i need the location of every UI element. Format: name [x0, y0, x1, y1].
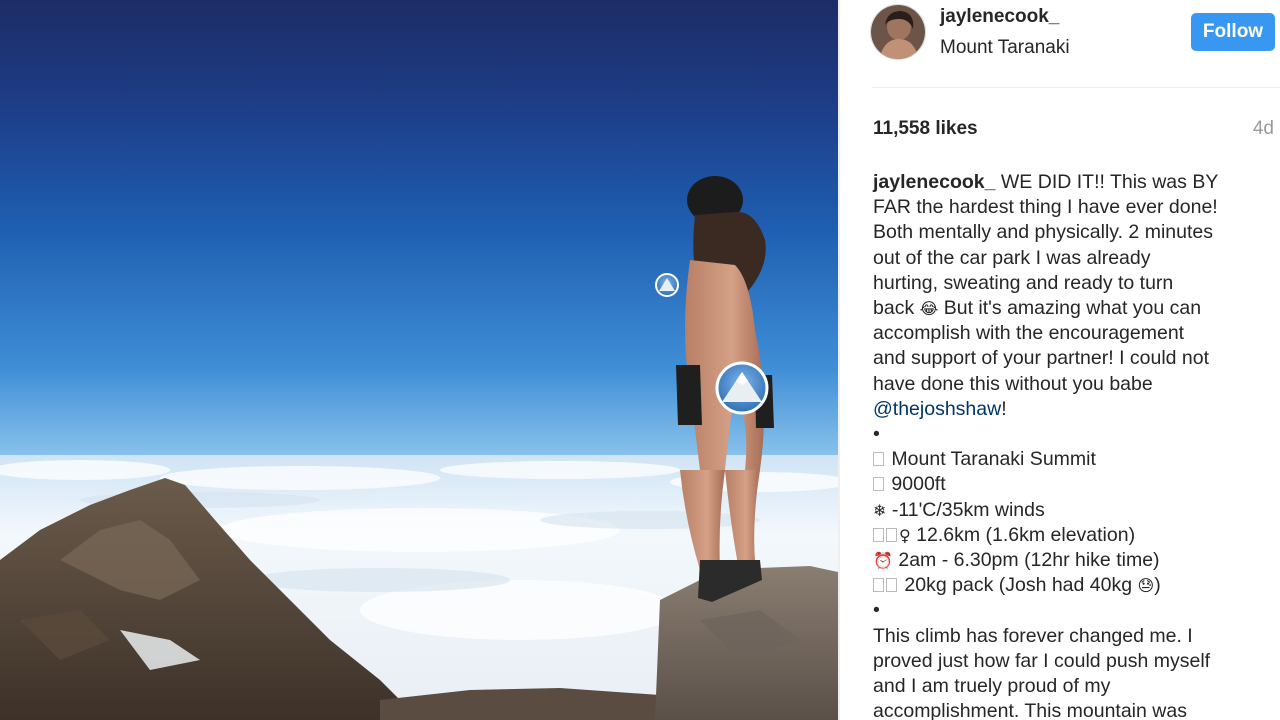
caption-line: accomplish with the encouragement [873, 322, 1185, 345]
avatar[interactable] [870, 4, 926, 60]
caption-line: and support of your partner! I could not [873, 347, 1210, 370]
laughing-emoji-icon: 😂 [919, 299, 939, 319]
header-divider [872, 87, 1280, 88]
mention-link[interactable]: @thejoshshaw [873, 398, 1001, 420]
caption-line: This climb has forever changed me. I [873, 624, 1193, 647]
caption-text: But it's amazing what you can [943, 297, 1202, 320]
caption-line: back 😂 But it's amazing what you can [873, 296, 1273, 321]
missing-glyph-icon [873, 452, 884, 467]
stat-line: Mount Taranaki Summit [873, 447, 1273, 472]
stat-summit: Mount Taranaki Summit [891, 448, 1096, 471]
bullet: • [873, 423, 880, 446]
caption-line: hurting, sweating and ready to turn [873, 271, 1174, 294]
small-mountain-badge-icon [655, 273, 679, 297]
caption-line: jaylenecook_ WE DID IT!! This was BY [873, 170, 1273, 195]
missing-glyph-icon [873, 578, 884, 593]
avatar-image [871, 5, 925, 59]
likes-count[interactable]: 11,558 likes [873, 118, 978, 140]
stat-time: 2am - 6.30pm (12hr hike time) [898, 549, 1160, 572]
caption-line: out of the car park I was already [873, 246, 1151, 269]
stat-height: 9000ft [891, 473, 946, 496]
post-username[interactable]: jaylenecook_ [940, 6, 1059, 28]
caption-text: WE DID IT!! This was BY [1000, 171, 1219, 193]
stat-pack: 20kg pack (Josh had 40kg [904, 574, 1133, 597]
stat-line: ⏰ 2am - 6.30pm (12hr hike time) [873, 548, 1273, 573]
post-header: jaylenecook_ Mount Taranaki Follow [840, 0, 1280, 88]
caption-text: back [873, 297, 915, 320]
snowflake-icon: ❄ [873, 500, 887, 520]
stat-line: 20kg pack (Josh had 40kg 😓) [873, 573, 1273, 598]
female-sign-icon: ♀ [899, 525, 911, 545]
alarm-clock-icon: ⏰ [873, 551, 893, 571]
caption-line: proved just how far I could push myself [873, 649, 1211, 672]
caption-line: Both mentally and physically. 2 minutes [873, 221, 1213, 244]
stat-line: ❄ -11'C/35km winds [873, 498, 1273, 523]
missing-glyph-icon [886, 578, 897, 593]
caption-username[interactable]: jaylenecook_ [873, 171, 995, 193]
caption-line: accomplishment. This mountain was [873, 700, 1187, 720]
caption-line: and I am truely proud of my [873, 675, 1111, 698]
post-side-panel: jaylenecook_ Mount Taranaki Follow 11,55… [840, 0, 1280, 720]
bullet: • [873, 599, 880, 622]
post-caption: jaylenecook_ WE DID IT!! This was BY FAR… [873, 170, 1273, 720]
stat-distance: 12.6km (1.6km elevation) [916, 523, 1136, 546]
caption-text: ! [1001, 397, 1007, 420]
follow-button[interactable]: Follow [1191, 13, 1275, 51]
stat-weather: -11'C/35km winds [891, 498, 1045, 521]
stat-line: 9000ft [873, 472, 1273, 497]
caption-line: have done this without you babe [873, 372, 1153, 395]
stat-line: ♀ 12.6km (1.6km elevation) [873, 523, 1273, 548]
post-location[interactable]: Mount Taranaki [940, 37, 1070, 59]
summit-photo-image [0, 0, 838, 720]
caption-line: @thejoshshaw! [873, 397, 1273, 422]
post-timestamp[interactable]: 4d [1253, 118, 1274, 140]
caption-text: ) [1154, 574, 1161, 597]
missing-glyph-icon [886, 527, 897, 542]
missing-glyph-icon [873, 477, 884, 492]
missing-glyph-icon [873, 527, 884, 542]
mountain-badge-icon [715, 361, 769, 415]
caption-line: FAR the hardest thing I have ever done! [873, 196, 1218, 219]
post-photo[interactable] [0, 0, 838, 720]
sweat-emoji-icon: 😓 [1137, 576, 1155, 596]
